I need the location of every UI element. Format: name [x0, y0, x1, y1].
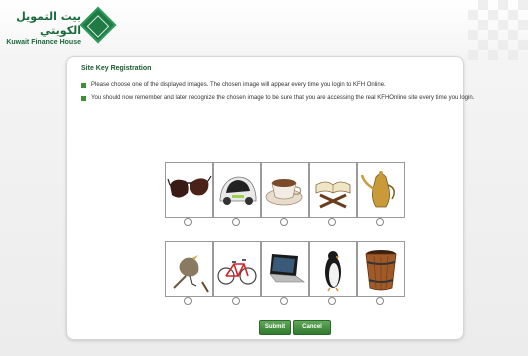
- image-radio[interactable]: [376, 218, 384, 226]
- header: بيت التمويل الكويتي Kuwait Finance House: [5, 6, 155, 50]
- image-radio[interactable]: [328, 218, 336, 226]
- bucket-image[interactable]: [357, 241, 405, 297]
- bullet-icon: [81, 95, 86, 101]
- sunglasses-image[interactable]: [165, 162, 213, 218]
- panel-title: Site Key Registration: [81, 65, 152, 72]
- decorative-pattern: [468, 0, 528, 60]
- brand-name-english: Kuwait Finance House: [6, 39, 81, 46]
- cancel-button[interactable]: Cancel: [293, 320, 331, 335]
- bird-image[interactable]: [165, 241, 213, 297]
- site-key-panel: Site Key Registration Please choose one …: [66, 56, 474, 340]
- bullet-icon: [81, 82, 86, 88]
- image-radio[interactable]: [184, 218, 192, 226]
- kfh-logo-icon: [79, 6, 117, 44]
- image-radio[interactable]: [376, 297, 384, 305]
- image-radio[interactable]: [280, 218, 288, 226]
- book-stand-image[interactable]: [309, 162, 357, 218]
- image-radio[interactable]: [184, 297, 192, 305]
- laptop-image[interactable]: [261, 241, 309, 297]
- image-radio[interactable]: [328, 297, 336, 305]
- instruction-bullet: Please choose one of the displayed image…: [81, 82, 386, 89]
- car-image[interactable]: [213, 162, 261, 218]
- dallah-pot-image[interactable]: [357, 162, 405, 218]
- image-radio[interactable]: [232, 218, 240, 226]
- penguin-image[interactable]: [309, 241, 357, 297]
- image-radio[interactable]: [280, 297, 288, 305]
- bicycle-image[interactable]: [213, 241, 261, 297]
- bullet-text: Please choose one of the displayed image…: [91, 82, 386, 88]
- bullet-text: You should now remember and later recogn…: [91, 95, 475, 101]
- image-radio[interactable]: [232, 297, 240, 305]
- coffee-cup-image[interactable]: [261, 162, 309, 218]
- instruction-bullet: You should now remember and later recogn…: [81, 95, 474, 102]
- submit-button[interactable]: Submit: [259, 320, 291, 335]
- logo-text: بيت التمويل الكويتي Kuwait Finance House: [5, 10, 81, 47]
- brand-name-arabic: بيت التمويل الكويتي: [16, 10, 81, 37]
